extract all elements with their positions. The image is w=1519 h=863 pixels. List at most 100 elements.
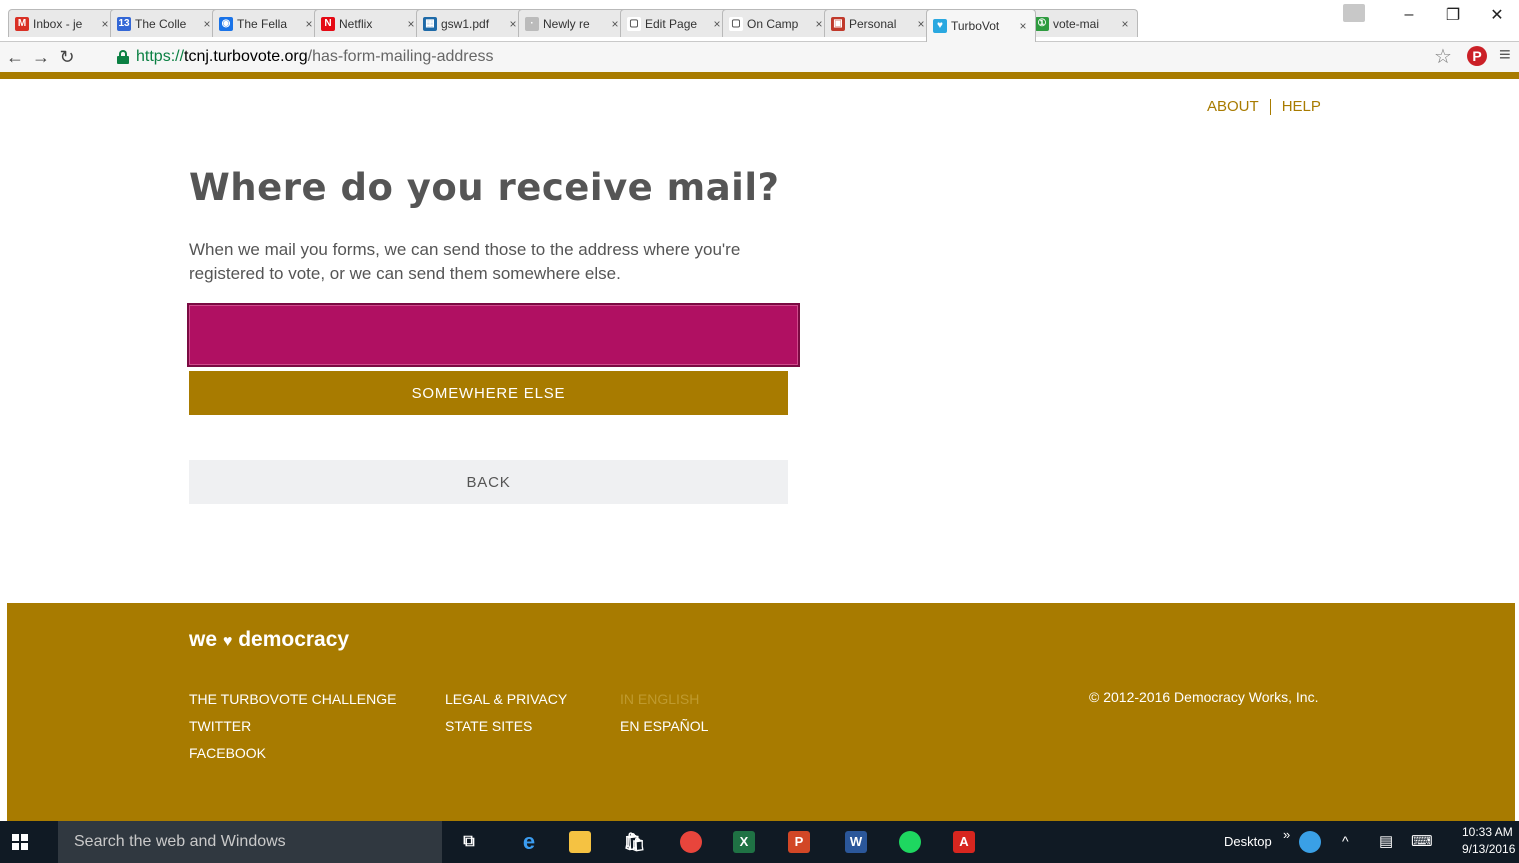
keyboard-icon[interactable]: ⌨ [1411, 832, 1433, 850]
tab-title: gsw1.pdf [441, 16, 490, 31]
footer-column-1: THE TURBOVOTE CHALLENGE TWITTER FACEBOOK [189, 691, 396, 772]
browser-toolbar: ← → ↻ https://tcnj.turbovote.org/has-for… [0, 42, 1519, 72]
address-bar[interactable]: https://tcnj.turbovote.org/has-form-mail… [116, 45, 1426, 69]
browser-tab[interactable]: N Netflix × [314, 9, 424, 37]
footer-link-challenge[interactable]: THE TURBOVOTE CHALLENGE [189, 691, 396, 708]
page-icon: ▢ [729, 16, 743, 31]
browser-tab[interactable]: 13 The Colle × [110, 9, 220, 37]
browser-tab[interactable]: ▢ On Camp × [722, 9, 832, 37]
browser-tab[interactable]: ① vote-mai × [1028, 9, 1138, 37]
footer-link-english: IN ENGLISH [620, 691, 700, 707]
url-host: tcnj.turbovote.org [184, 48, 308, 65]
file-explorer-icon[interactable] [569, 831, 591, 853]
tab-close-icon[interactable]: × [1017, 19, 1029, 33]
lock-icon [116, 50, 130, 64]
bookmark-star-icon[interactable]: ☆ [1434, 44, 1452, 69]
site-footer: we ♥ democracy THE TURBOVOTE CHALLENGE T… [7, 603, 1515, 821]
minimize-icon[interactable]: – [1387, 6, 1431, 24]
window-controls: – ❐ ✕ [1387, 0, 1519, 30]
profile-button[interactable] [1343, 4, 1365, 22]
tab-title: Netflix [339, 16, 373, 31]
excel-icon[interactable]: X [733, 831, 755, 853]
pinterest-icon[interactable]: P [1467, 46, 1487, 66]
tab-title: TurboVot [951, 19, 1000, 33]
heart-icon: ♥ [222, 633, 233, 650]
calendar-icon: 13 [117, 16, 131, 31]
footer-column-2: LEGAL & PRIVACY STATE SITES [445, 691, 567, 745]
url-scheme: https:// [136, 48, 185, 65]
browser-tab[interactable]: · Newly re × [518, 9, 628, 37]
action-center-icon[interactable]: ▤ [1379, 832, 1393, 850]
vote-icon: ① [1035, 16, 1049, 31]
circle-icon: ◉ [219, 16, 233, 31]
task-view-icon[interactable]: ⧉ [458, 831, 480, 853]
edge-icon[interactable]: e [518, 831, 540, 853]
browser-tab[interactable]: ▣ Personal × [824, 9, 934, 37]
toolbar-overflow-icon[interactable]: » [1283, 827, 1290, 842]
tab-title: The Fella [237, 16, 288, 31]
forward-arrow-icon[interactable]: → [30, 47, 52, 68]
copyright-text: © 2012-2016 Democracy Works, Inc. [1089, 689, 1319, 705]
about-link[interactable]: ABOUT [1207, 98, 1259, 115]
windows-taskbar: Search the web and Windows ⧉ e 🛍 X P W A… [0, 821, 1519, 863]
back-arrow-icon[interactable]: ← [4, 47, 26, 68]
netflix-icon: N [321, 16, 335, 31]
help-link[interactable]: HELP [1282, 98, 1321, 115]
somewhere-else-button[interactable]: SOMEWHERE ELSE [189, 371, 788, 415]
link-divider [1269, 98, 1271, 115]
footer-link-facebook[interactable]: FACEBOOK [189, 745, 396, 762]
loading-icon: · [525, 16, 539, 31]
taskbar-search-input[interactable]: Search the web and Windows [58, 821, 442, 863]
tab-title: Newly re [543, 16, 590, 31]
reload-icon[interactable]: ↻ [56, 47, 78, 68]
tab-title: vote-mai [1053, 16, 1100, 31]
powerpoint-icon[interactable]: P [788, 831, 810, 853]
browser-tab[interactable]: ◉ The Fella × [212, 9, 322, 37]
brand-suffix: democracy [238, 628, 350, 651]
footer-brand: we ♥ democracy [189, 628, 349, 652]
browser-tab[interactable]: ▢ Edit Page × [620, 9, 730, 37]
browser-tab-strip: M Inbox - je × 13 The Colle × ◉ The Fella × N Netf… [0, 0, 1519, 42]
tab-title: Inbox - je [33, 16, 83, 31]
header-links: ABOUT HELP [1207, 98, 1321, 115]
tab-close-icon[interactable]: × [1119, 17, 1131, 31]
personal-icon: ▣ [831, 16, 845, 31]
browser-tab[interactable]: ▦ gsw1.pdf × [416, 9, 526, 37]
footer-link-espanol[interactable]: EN ESPAÑOL [620, 718, 708, 735]
footer-link-state-sites[interactable]: STATE SITES [445, 718, 567, 735]
clock-time[interactable]: 10:33 AM [1462, 825, 1513, 839]
chrome-icon[interactable] [680, 831, 702, 853]
intro-text: When we mail you forms, we can send thos… [189, 240, 741, 283]
registered-address-button[interactable] [187, 303, 800, 367]
spotify-icon[interactable] [899, 831, 921, 853]
site-header-bar [0, 72, 1519, 79]
word-icon[interactable]: W [845, 831, 867, 853]
clock-date[interactable]: 9/13/2016 [1462, 842, 1515, 856]
restore-icon[interactable]: ❐ [1431, 5, 1475, 25]
chrome-menu-icon[interactable]: ≡ [1499, 44, 1511, 67]
tab-title: Edit Page [645, 16, 698, 31]
brand-prefix: we [189, 628, 218, 651]
footer-link-legal[interactable]: LEGAL & PRIVACY [445, 691, 567, 708]
tab-title: On Camp [747, 16, 799, 31]
page-icon: ▢ [627, 16, 641, 31]
show-hidden-icons-icon[interactable]: ^ [1342, 833, 1349, 849]
desktop-toolbar-label[interactable]: Desktop [1224, 834, 1272, 849]
browser-tab[interactable]: ♥ TurboVot × [926, 9, 1036, 42]
acrobat-icon[interactable]: A [953, 831, 975, 853]
browser-tab[interactable]: M Inbox - je × [8, 9, 118, 37]
footer-column-3: IN ENGLISH EN ESPAÑOL [620, 691, 708, 745]
tab-title: Personal [849, 16, 897, 31]
gmail-icon: M [15, 16, 29, 31]
page-title: Where do you receive mail? [189, 166, 780, 209]
hourglass-tray-icon[interactable] [1299, 831, 1321, 853]
footer-link-twitter[interactable]: TWITTER [189, 718, 396, 735]
sheet-icon: ▦ [423, 16, 437, 31]
close-window-icon[interactable]: ✕ [1475, 5, 1519, 25]
heart-icon: ♥ [933, 19, 947, 33]
store-icon[interactable]: 🛍 [623, 831, 646, 853]
url-path: /has-form-mailing-address [307, 48, 494, 65]
windows-start-icon[interactable] [12, 834, 28, 850]
tab-title: The Colle [135, 16, 187, 31]
back-button[interactable]: BACK [189, 460, 788, 504]
